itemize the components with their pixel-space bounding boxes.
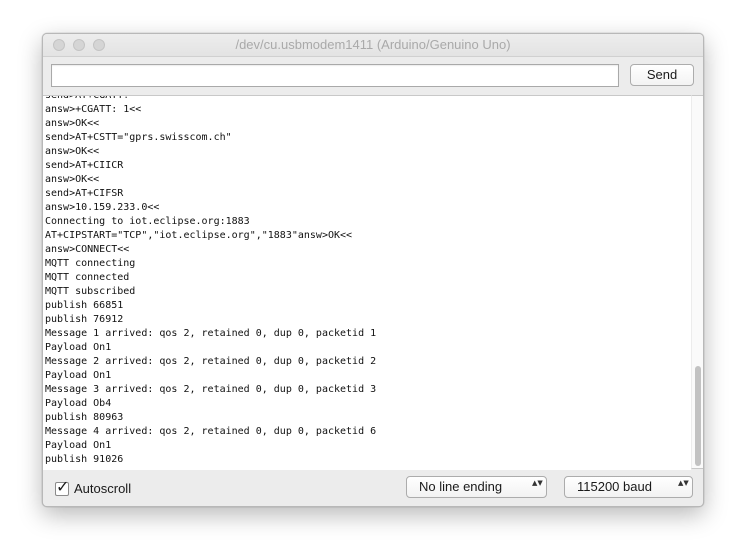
line-ending-value: No line ending <box>419 479 503 494</box>
serial-output[interactable]: send>AT+CGATT? answ>+CGATT: 1<< answ>OK<< s… <box>43 95 691 471</box>
vertical-scrollbar[interactable] <box>691 95 703 469</box>
line-ending-select[interactable]: No line ending ▲▼ <box>406 476 547 498</box>
serial-input[interactable] <box>52 65 618 86</box>
checkmark-icon: ✓ <box>56 477 70 496</box>
scrollbar-thumb[interactable] <box>695 366 701 466</box>
updown-arrows-icon: ▲▼ <box>678 479 689 487</box>
status-footer: ✓ Autoscroll No line ending ▲▼ 115200 ba… <box>43 470 703 506</box>
console-line: Payload On1 <box>45 370 112 381</box>
console-line: send>AT+CIFSR <box>45 188 124 199</box>
autoscroll-checkbox[interactable]: ✓ <box>55 477 69 496</box>
title-bar[interactable]: /dev/cu.usbmodem1411 (Arduino/Genuino Un… <box>43 34 703 57</box>
output-lines: send>AT+CGATT? answ>+CGATT: 1<< answ>OK<< s… <box>45 95 377 467</box>
console-line: Connecting to iot.eclipse.org:1883 <box>45 216 250 227</box>
console-line: MQTT connected <box>45 272 130 283</box>
console-line: answ>+CGATT: 1<< <box>45 104 142 115</box>
send-toolbar: Send <box>43 57 703 95</box>
baud-rate-value: 115200 baud <box>577 479 652 494</box>
console-line: answ>OK<< <box>45 174 100 185</box>
console-line: send>AT+CGATT? <box>45 95 130 101</box>
serial-input-wrapper <box>51 64 619 87</box>
console-line: Message 2 arrived: qos 2, retained 0, du… <box>45 356 377 367</box>
console-line: MQTT subscribed <box>45 286 136 297</box>
console-line: publish 80963 <box>45 412 124 423</box>
serial-monitor-window: /dev/cu.usbmodem1411 (Arduino/Genuino Un… <box>42 33 704 507</box>
autoscroll-label[interactable]: Autoscroll <box>74 481 131 497</box>
console-line: Message 3 arrived: qos 2, retained 0, du… <box>45 384 377 395</box>
console-line: send>AT+CSTT="gprs.swisscom.ch" <box>45 132 232 143</box>
console-line: Payload On1 <box>45 342 112 353</box>
updown-arrows-icon: ▲▼ <box>532 479 543 487</box>
console-line: Payload On1 <box>45 440 112 451</box>
window-title: /dev/cu.usbmodem1411 (Arduino/Genuino Un… <box>235 37 511 52</box>
console-line: Payload Ob4 <box>45 398 112 409</box>
console-line: answ>CONNECT<< <box>45 244 130 255</box>
console-line: publish 66851 <box>45 300 124 311</box>
console-line: publish 91026 <box>45 454 124 465</box>
console-line: answ>OK<< <box>45 118 100 129</box>
console-line: answ>10.159.233.0<< <box>45 202 160 213</box>
console-line: MQTT connecting <box>45 258 136 269</box>
console-line: AT+CIPSTART="TCP","iot.eclipse.org","188… <box>45 230 353 241</box>
baud-rate-select[interactable]: 115200 baud ▲▼ <box>564 476 693 498</box>
console-line: answ>OK<< <box>45 146 100 157</box>
console-line: publish 76912 <box>45 314 124 325</box>
console-line: Message 1 arrived: qos 2, retained 0, du… <box>45 328 377 339</box>
console-line: send>AT+CIICR <box>45 160 124 171</box>
console-line: Message 4 arrived: qos 2, retained 0, du… <box>45 426 377 437</box>
send-button[interactable]: Send <box>630 64 694 86</box>
